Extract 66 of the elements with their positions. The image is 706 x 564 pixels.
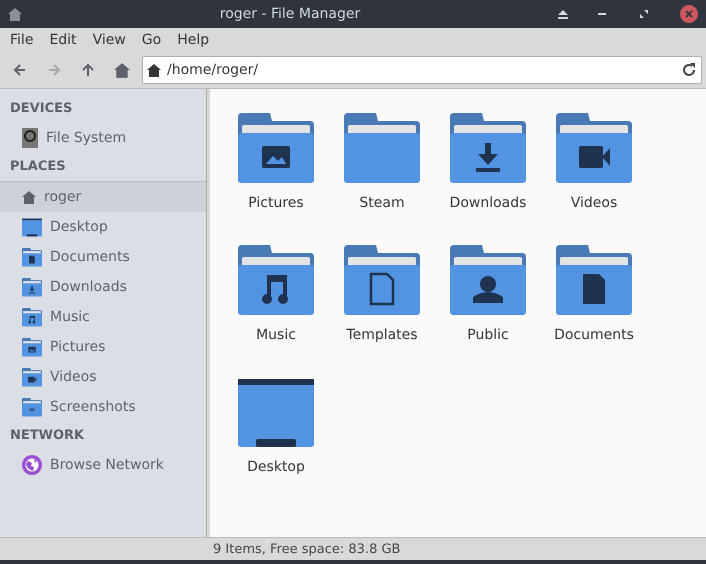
sidebar-label: Downloads bbox=[50, 279, 127, 295]
status-text: 9 Items, Free space: 83.8 GB bbox=[0, 537, 706, 560]
folder-icon bbox=[22, 398, 42, 416]
folder-icon bbox=[556, 113, 632, 185]
desktop-icon bbox=[22, 218, 42, 236]
sidebar-label: Pictures bbox=[50, 339, 106, 355]
folder-name[interactable]: Downloads bbox=[450, 195, 526, 211]
sidebar-item[interactable]: Videos bbox=[0, 362, 206, 392]
home-icon bbox=[22, 190, 36, 204]
sidebar-item[interactable]: Documents bbox=[0, 242, 206, 272]
drive-icon bbox=[22, 128, 38, 148]
menu-item[interactable]: Help bbox=[169, 32, 218, 48]
section-heading: NETWORK bbox=[9, 427, 86, 445]
folder-name[interactable]: Steam bbox=[359, 195, 405, 211]
section-heading: PLACES bbox=[9, 158, 67, 176]
sidebar-item[interactable]: Pictures bbox=[0, 332, 206, 362]
folder-icon bbox=[238, 377, 314, 449]
folder-icon bbox=[22, 368, 42, 386]
sidebar-label: Music bbox=[50, 309, 90, 325]
sidebar-item[interactable]: roger bbox=[0, 181, 206, 212]
folder-name[interactable]: Documents bbox=[554, 327, 634, 343]
window-title: roger - File Manager bbox=[218, 6, 362, 22]
sidebar-label: Documents bbox=[50, 249, 130, 265]
folder-icon bbox=[450, 113, 526, 185]
folder-icon bbox=[22, 308, 42, 326]
sidebar-label: roger bbox=[44, 189, 82, 205]
folder-icon bbox=[556, 245, 632, 317]
menu-item[interactable]: Go bbox=[134, 32, 170, 48]
home-icon bbox=[8, 8, 22, 20]
sidebar-item[interactable]: Screenshots bbox=[0, 392, 206, 422]
sidebar-item[interactable]: Music bbox=[0, 302, 206, 332]
menu-item[interactable]: Edit bbox=[41, 32, 85, 48]
section-heading: DEVICES bbox=[9, 100, 74, 118]
sidebar-item[interactable]: Desktop bbox=[0, 212, 206, 242]
folder-icon bbox=[238, 245, 314, 317]
sidebar-label: File System bbox=[46, 130, 126, 146]
folder-name[interactable]: Public bbox=[467, 327, 509, 343]
home-icon bbox=[147, 64, 161, 76]
folder-icon bbox=[344, 245, 420, 317]
folder-icon bbox=[22, 338, 42, 356]
sidebar-item[interactable]: File System bbox=[0, 123, 206, 153]
folder-icon bbox=[450, 245, 526, 317]
reload-icon[interactable] bbox=[681, 62, 697, 78]
menu-item[interactable]: View bbox=[84, 32, 134, 48]
eject-icon[interactable] bbox=[558, 10, 568, 18]
sidebar-label: Browse Network bbox=[50, 457, 164, 473]
folder-icon bbox=[238, 113, 314, 185]
home-icon bbox=[114, 62, 130, 78]
sidebar-label: Screenshots bbox=[50, 399, 136, 415]
folder-icon bbox=[344, 113, 420, 185]
location-field[interactable]: /home/roger/ bbox=[142, 56, 702, 84]
close-icon[interactable] bbox=[680, 5, 698, 23]
folder-name[interactable]: Desktop bbox=[247, 459, 305, 475]
sidebar-item[interactable]: Downloads bbox=[0, 272, 206, 302]
maximize-icon[interactable] bbox=[640, 10, 648, 18]
folder-name[interactable]: Videos bbox=[570, 195, 618, 211]
globe-icon bbox=[22, 455, 42, 475]
folder-icon bbox=[22, 278, 42, 296]
sidebar-item[interactable]: Browse Network bbox=[0, 450, 206, 480]
folder-name[interactable]: Templates bbox=[346, 327, 418, 343]
folder-name[interactable]: Pictures bbox=[248, 195, 304, 211]
menu-item[interactable]: File bbox=[2, 32, 42, 48]
sidebar-label: Videos bbox=[50, 369, 97, 385]
sidebar-label: Desktop bbox=[50, 219, 108, 235]
folder-name[interactable]: Music bbox=[256, 327, 296, 343]
folder-icon bbox=[22, 248, 42, 266]
